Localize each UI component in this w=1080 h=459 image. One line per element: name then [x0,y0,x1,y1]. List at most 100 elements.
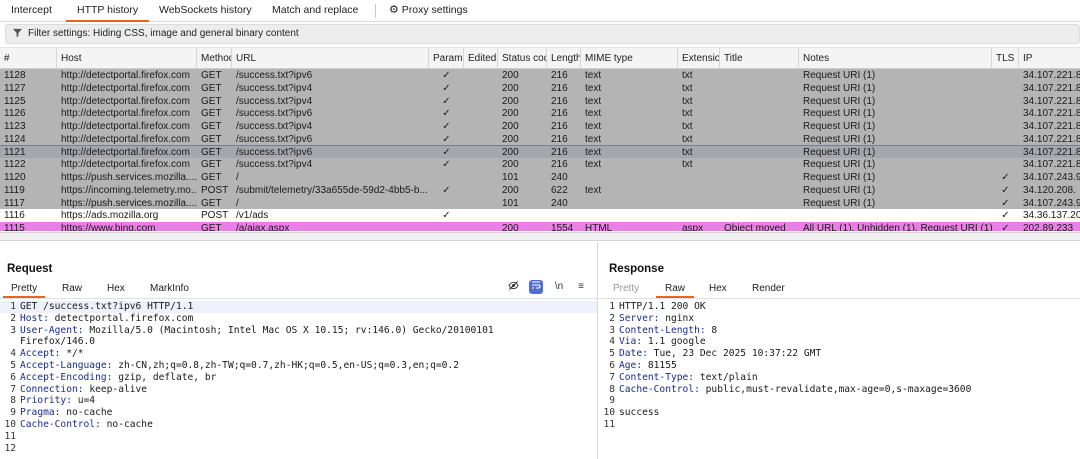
table-row[interactable]: 1127 http://detectportal.firefox.com GET/s… [0,81,1080,95]
filter-bar[interactable]: Filter settings: Hiding CSS, image and g… [5,24,1080,44]
eye-off-icon[interactable] [506,280,520,294]
header-name: Host: [20,312,49,324]
code-line: 6 Age: 81155 [599,360,1080,372]
header-name: Server: [619,312,660,324]
col-mime-type[interactable]: MIME type [581,48,678,69]
table-row[interactable]: 1116 https://ads.mozilla.org POST/v1/ads ✓ ✓… [0,209,1080,223]
col-tls[interactable]: TLS [992,48,1019,69]
header-value: detectportal.firefox.com [48,312,194,324]
table-row[interactable]: 1122 http://detectportal.firefox.com GET/s… [0,158,1080,172]
header-name: Connection: [20,383,84,395]
request-tab-markinfo[interactable]: MarkInfo [150,281,189,298]
table-row[interactable]: 1115 https://www.bing.com GET/a/ajax.aspx 2… [0,222,1080,231]
cell-num: 1127 [4,82,26,94]
col-notes[interactable]: Notes [799,48,992,69]
table-row[interactable]: 1124 http://detectportal.firefox.com GET/s… [0,132,1080,146]
cell-notes: Request URI (1) [803,95,876,107]
table-row[interactable]: 1126 http://detectportal.firefox.com GET/s… [0,107,1080,121]
cell-title [720,133,799,146]
cell-title [720,120,799,133]
col-host[interactable]: Host [57,48,197,69]
split-divider[interactable] [0,232,1080,241]
cell-edited [464,69,498,82]
header-name: Priority: [20,395,72,407]
col-params[interactable]: Params [429,48,464,69]
code-line: 5 Date: Tue, 23 Dec 2025 10:37:22 GMT [599,348,1080,360]
cell-tls [992,158,1019,171]
code-line: 1 HTTP/1.1 200 OK [599,301,1080,313]
line-number: 2 [609,312,615,324]
cell-length: 216 [551,95,568,107]
cell-title [720,197,799,210]
request-tab-hex[interactable]: Hex [107,281,125,298]
cell-title [720,184,799,197]
tab-http-history[interactable]: HTTP history [66,0,150,22]
table-row[interactable]: 1128 http://detectportal.firefox.com GET/s… [0,69,1080,82]
table-row[interactable]: 1117 https://push.services.mozilla.... GET… [0,196,1080,210]
col-extension[interactable]: Extension [678,48,720,69]
col-length[interactable]: Length [547,48,581,69]
table-row[interactable]: 1120 https://push.services.mozilla.... GET… [0,171,1080,184]
cell-status: 200 [502,82,519,94]
cell-num: 1117 [4,197,25,209]
response-tab-raw[interactable]: Raw [656,281,695,298]
cell-params: ✓ [442,133,451,145]
cell-mime: text [585,159,602,171]
cell-tls: ✓ [1001,172,1010,183]
tab-match-and-replace[interactable]: Match and replace [272,0,358,22]
tab-proxy-settings[interactable]: ⚙ Proxy settings [389,0,468,22]
cell-tls: ✓ [1001,197,1010,209]
newline-icon[interactable]: \n [552,280,566,294]
cell-url: / [236,197,239,209]
header-name: Cache-Control: [619,383,700,395]
code-line: 11 [0,431,597,443]
cell-ip: 34.107.221.82 [1023,82,1080,94]
table-row[interactable]: 1125 http://detectportal.firefox.com GET/s… [0,94,1080,108]
cell-ip: 34.107.221.82 [1023,146,1080,158]
response-tab-hex[interactable]: Hex [709,281,727,298]
request-tab-raw[interactable]: Raw [62,281,82,298]
line-number: 4 [609,336,615,348]
cell-length: 216 [551,108,568,120]
cell-ext: aspx [682,223,704,231]
cell-ext: txt [682,121,693,132]
cell-title [720,146,799,159]
col-method[interactable]: Method [197,48,232,69]
cell-title [720,158,799,171]
table-row[interactable]: 1119 https://incoming.telemetry.mo... POST… [0,183,1080,197]
cell-tls: ✓ [1001,184,1010,196]
col-edited[interactable]: Edited [464,48,498,69]
col-ip[interactable]: IP [1019,48,1080,69]
wrap-lines-icon[interactable] [529,280,543,294]
cell-notes: Request URI (1) [803,197,876,209]
col-url[interactable]: URL [232,48,429,69]
cell-method: GET [201,70,222,81]
response-tab-pretty[interactable]: Pretty [613,281,639,298]
cell-edited [464,107,498,120]
tab-websockets-history[interactable]: WebSockets history [159,0,252,22]
header-value: Mozilla/5.0 (Macintosh; Intel Mac OS X 1… [83,324,494,336]
header-name: Age: [619,360,643,371]
cell-params [429,197,464,210]
menu-icon[interactable]: ≡ [574,280,588,294]
cell-num: 1128 [4,70,26,81]
request-tab-pretty[interactable]: Pretty [3,281,46,298]
col-status-code[interactable]: Status code [498,48,547,69]
col-title[interactable]: Title [720,48,799,69]
tab-intercept[interactable]: Intercept [11,0,52,22]
header-value: Tue, 23 Dec 2025 10:37:22 GMT [647,348,822,360]
header-value: gzip, deflate, br [112,371,217,383]
table-row[interactable]: 1123 http://detectportal.firefox.com GET/s… [0,120,1080,133]
http-history-table: # Host Method URL Params Edited Status c… [0,47,1080,231]
table-row[interactable]: 1121 http://detectportal.firefox.com GET/s… [0,144,1080,160]
cell-mime: text [585,133,602,145]
line-number: 3 [609,324,615,336]
line-number: 1 [10,301,16,312]
col-number[interactable]: # [0,48,57,69]
cell-host: https://incoming.telemetry.mo... [61,184,197,196]
code-line: 8 Cache-Control: public,must-revalidate,m… [599,384,1080,396]
response-tab-render[interactable]: Render [752,281,785,298]
cell-edited [464,158,498,171]
cell-ip: 34.107.243.93 [1023,197,1080,209]
cell-notes [799,209,992,222]
